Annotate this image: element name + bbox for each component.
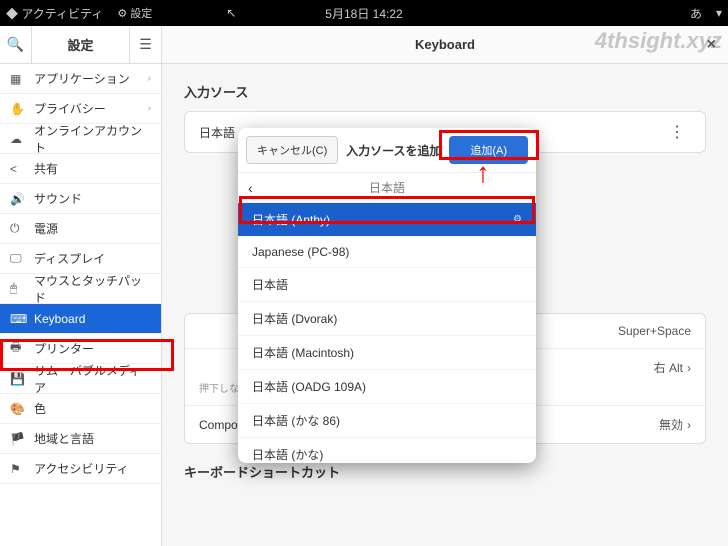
sidebar-item-3[interactable]: < 共有: [0, 154, 161, 184]
sidebar-icon: 🔊: [10, 192, 26, 206]
sidebar-item-6[interactable]: 🖵 ディスプレイ: [0, 244, 161, 274]
section-title-shortcuts: キーボードショートカット: [184, 462, 706, 481]
more-icon[interactable]: ⋮: [663, 122, 691, 142]
sidebar-item-10[interactable]: 💾 リムーバブルメディア: [0, 364, 161, 394]
sidebar-icon: 🏴: [10, 432, 26, 446]
sidebar-item-label: プリンター: [34, 340, 151, 357]
sidebar-icon: ⌨: [10, 312, 26, 326]
sidebar-item-label: リムーバブルメディア: [34, 362, 151, 396]
sidebar-icon: 💾: [10, 372, 26, 386]
main-header: Keyboard ×: [162, 26, 728, 64]
sidebar-icon: ⏻: [10, 221, 26, 236]
cursor-icon: ↖: [226, 6, 236, 20]
sidebar-item-0[interactable]: ▦ アプリケーション›: [0, 64, 161, 94]
sidebar-item-13[interactable]: ⚑ アクセシビリティ: [0, 454, 161, 484]
sidebar-item-label: 共有: [34, 160, 151, 177]
sidebar-item-1[interactable]: ✋ プライバシー›: [0, 94, 161, 124]
system-menu-icon[interactable]: ▾: [716, 6, 722, 20]
chevron-right-icon: ›: [687, 361, 691, 375]
option-label: 日本語: [252, 276, 288, 293]
search-icon[interactable]: 🔍: [0, 26, 32, 63]
sidebar-item-label: Keyboard: [34, 312, 151, 326]
sidebar: 🔍 設定 ☰ ▦アプリケーション›✋プライバシー›☁オンラインアカウント<共有🔊…: [0, 26, 162, 546]
sidebar-item-label: 地域と言語: [34, 430, 151, 447]
sidebar-item-label: アクセシビリティ: [34, 460, 151, 477]
option-label: 日本語 (Anthy): [252, 211, 330, 228]
clock[interactable]: 5月18日 14:22: [325, 5, 402, 22]
dialog-list: 日本語 (Anthy) ⚙ Japanese (PC-98) 日本語日本語 (Dvor…: [238, 203, 536, 463]
sidebar-item-8[interactable]: ⌨ Keyboard: [0, 304, 161, 334]
sidebar-icon: 🖵: [10, 251, 26, 266]
sidebar-icon: 🎨: [10, 402, 26, 416]
sidebar-item-5[interactable]: ⏻ 電源: [0, 214, 161, 244]
sidebar-list: ▦アプリケーション›✋プライバシー›☁オンラインアカウント<共有🔊サウンド⏻電源…: [0, 64, 161, 546]
sidebar-item-label: マウスとタッチパッド: [34, 272, 151, 306]
page-title: Keyboard: [415, 37, 475, 52]
input-source-option-2[interactable]: 日本語: [238, 268, 536, 302]
sidebar-item-2[interactable]: ☁ オンラインアカウント: [0, 124, 161, 154]
activities-button[interactable]: ◆ アクティビティ: [6, 5, 103, 22]
chevron-right-icon: ›: [148, 103, 151, 114]
option-label: 日本語 (OADG 109A): [252, 378, 366, 395]
sidebar-item-label: サウンド: [34, 190, 151, 207]
sidebar-item-label: プライバシー: [34, 100, 148, 117]
dialog-header: キャンセル(C) 入力ソースを追加 追加(A): [238, 128, 536, 173]
sidebar-title: 設定: [32, 35, 129, 54]
sidebar-icon: ▦: [10, 72, 26, 86]
sidebar-icon: <: [10, 162, 26, 176]
topbar-settings[interactable]: ⚙ 設定: [117, 5, 152, 21]
option-label: 日本語 (Macintosh): [252, 344, 354, 361]
sidebar-icon: 🖶: [10, 338, 26, 359]
sidebar-header: 🔍 設定 ☰: [0, 26, 161, 64]
input-source-option-6[interactable]: 日本語 (かな 86): [238, 404, 536, 438]
sidebar-item-label: 色: [34, 400, 151, 417]
add-input-source-dialog: キャンセル(C) 入力ソースを追加 追加(A) ‹ 日本語 日本語 (Anthy…: [238, 128, 536, 463]
chevron-right-icon: ›: [687, 418, 691, 432]
option-label: 日本語 (Dvorak): [252, 310, 337, 327]
option-label: 日本語 (かな 86): [252, 412, 340, 429]
sidebar-icon: ✋: [10, 102, 26, 116]
sidebar-item-9[interactable]: 🖶 プリンター: [0, 334, 161, 364]
dialog-title: 入力ソースを追加: [344, 142, 443, 159]
sidebar-item-12[interactable]: 🏴 地域と言語: [0, 424, 161, 454]
back-icon[interactable]: ‹: [248, 180, 253, 196]
section-title-input-sources: 入力ソース: [184, 82, 706, 101]
close-icon[interactable]: ×: [707, 36, 716, 54]
sidebar-item-label: アプリケーション: [34, 70, 148, 87]
cancel-button[interactable]: キャンセル(C): [246, 136, 338, 164]
input-source-option-4[interactable]: 日本語 (Macintosh): [238, 336, 536, 370]
add-button[interactable]: 追加(A): [449, 136, 528, 164]
sidebar-item-label: 電源: [34, 220, 151, 237]
dialog-subheader: ‹ 日本語: [238, 173, 536, 203]
ime-indicator[interactable]: あ: [690, 5, 702, 22]
gear-icon: ⚙: [513, 214, 522, 225]
input-source-option-7[interactable]: 日本語 (かな): [238, 438, 536, 463]
sidebar-item-label: ディスプレイ: [34, 250, 151, 267]
sidebar-item-11[interactable]: 🎨色: [0, 394, 161, 424]
top-bar: ◆ アクティビティ ⚙ 設定 ↖ 5月18日 14:22 あ ▾: [0, 0, 728, 26]
input-source-option-5[interactable]: 日本語 (OADG 109A): [238, 370, 536, 404]
hamburger-icon[interactable]: ☰: [129, 26, 161, 63]
chevron-right-icon: ›: [148, 73, 151, 84]
option-label: Japanese (PC-98): [252, 245, 349, 259]
sidebar-icon: ⚑: [10, 462, 26, 476]
sidebar-item-label: オンラインアカウント: [34, 122, 151, 156]
input-source-option-0[interactable]: 日本語 (Anthy) ⚙: [238, 203, 536, 237]
sidebar-icon: ☁: [10, 132, 26, 146]
input-source-option-3[interactable]: 日本語 (Dvorak): [238, 302, 536, 336]
option-label: 日本語 (かな): [252, 446, 323, 463]
sidebar-item-4[interactable]: 🔊 サウンド: [0, 184, 161, 214]
input-source-option-1[interactable]: Japanese (PC-98): [238, 237, 536, 268]
sidebar-item-7[interactable]: 🖱 マウスとタッチパッド: [0, 274, 161, 304]
sidebar-icon: 🖱: [10, 281, 26, 296]
